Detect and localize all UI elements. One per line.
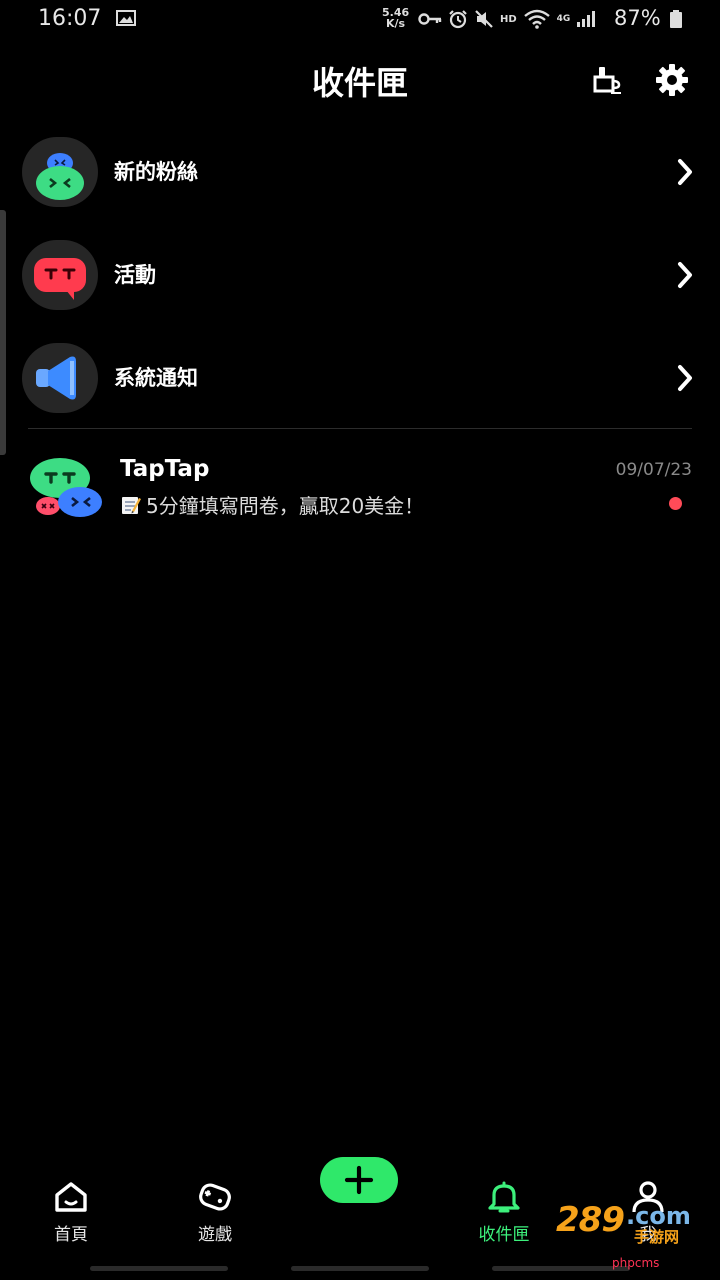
mute-icon [475, 10, 493, 28]
watermark-number: 289 [556, 1200, 625, 1240]
create-post-button[interactable] [320, 1157, 398, 1203]
new-followers-avatar [22, 137, 98, 207]
settings-button[interactable] [654, 62, 690, 98]
gear-icon [656, 64, 688, 96]
gesture-bar-right [492, 1266, 630, 1271]
category-label-events: 活動 [114, 263, 156, 287]
broom-bucket-icon [593, 67, 621, 94]
battery-icon [670, 10, 682, 28]
home-icon [55, 1182, 87, 1212]
network-speed-unit: K/s [386, 17, 406, 30]
status-bar: 16:07 5.46 K/s HD 4G 87% [0, 0, 720, 40]
alarm-icon [449, 10, 467, 29]
network-speed: 5.46 K/s [382, 7, 409, 29]
clean-inbox-button[interactable] [589, 62, 625, 98]
speaker-icon [36, 356, 76, 400]
category-label-new-followers: 新的粉絲 [114, 160, 198, 184]
section-divider [28, 428, 692, 429]
category-row-new-followers[interactable]: 新的粉絲 [0, 126, 720, 218]
gesture-bar-center [291, 1266, 429, 1271]
message-preview-text: 5分鐘填寫問卷，贏取20美金！ [146, 494, 425, 518]
edge-panel-handle[interactable] [0, 210, 6, 455]
unread-dot [669, 497, 682, 510]
nav-inbox[interactable]: 收件匣 [459, 1180, 549, 1250]
chevron-right-icon [678, 159, 692, 185]
nav-inbox-label: 收件匣 [478, 1225, 530, 1245]
red-bean-speech-icon [34, 258, 86, 300]
chevron-right-icon [678, 365, 692, 391]
message-row[interactable]: TapTap 09/07/23 5分鐘填寫問卷，贏取20美金！ [0, 440, 720, 540]
status-icons: HD 4G [418, 8, 596, 30]
watermark-site: phpcms [612, 1256, 660, 1270]
bell-icon [488, 1181, 520, 1213]
inbox-screen: 16:07 5.46 K/s HD 4G 87% 收件匣 新的粉絲 活動 系統通… [0, 0, 720, 1280]
nav-home-label: 首頁 [54, 1225, 88, 1245]
watermark-logo: 289 .com 手游网 [556, 1200, 706, 1260]
category-row-system-notifications[interactable]: 系統通知 [0, 332, 720, 424]
chevron-right-icon [678, 262, 692, 288]
nav-home[interactable]: 首頁 [26, 1180, 116, 1250]
nav-games[interactable]: 遊戲 [170, 1180, 260, 1250]
hd-voice-indicator: HD [500, 13, 517, 25]
message-sender: TapTap [120, 456, 210, 482]
gesture-bar-left [90, 1266, 228, 1271]
gallery-notification-icon [116, 10, 136, 26]
plus-icon [344, 1165, 374, 1195]
signal-icon [577, 11, 596, 27]
battery-percent: 87% [614, 6, 661, 30]
vpn-key-icon [418, 13, 442, 25]
green-bean-face-icon [36, 153, 84, 200]
gamepad-icon [199, 1183, 231, 1211]
message-date: 09/07/23 [615, 460, 692, 480]
taptap-avatar-icon [30, 458, 102, 517]
category-row-events[interactable]: 活動 [0, 229, 720, 321]
watermark-subtitle: 手游网 [634, 1228, 680, 1246]
message-preview: 5分鐘填寫問卷，贏取20美金！ [120, 490, 424, 519]
events-avatar [22, 240, 98, 310]
wifi-icon [523, 9, 550, 29]
memo-icon [122, 496, 141, 514]
nav-games-label: 遊戲 [198, 1225, 232, 1245]
network-type: 4G [556, 14, 571, 24]
system-notifications-avatar [22, 343, 98, 413]
category-label-system-notifications: 系統通知 [114, 366, 198, 390]
status-time: 16:07 [38, 6, 102, 31]
